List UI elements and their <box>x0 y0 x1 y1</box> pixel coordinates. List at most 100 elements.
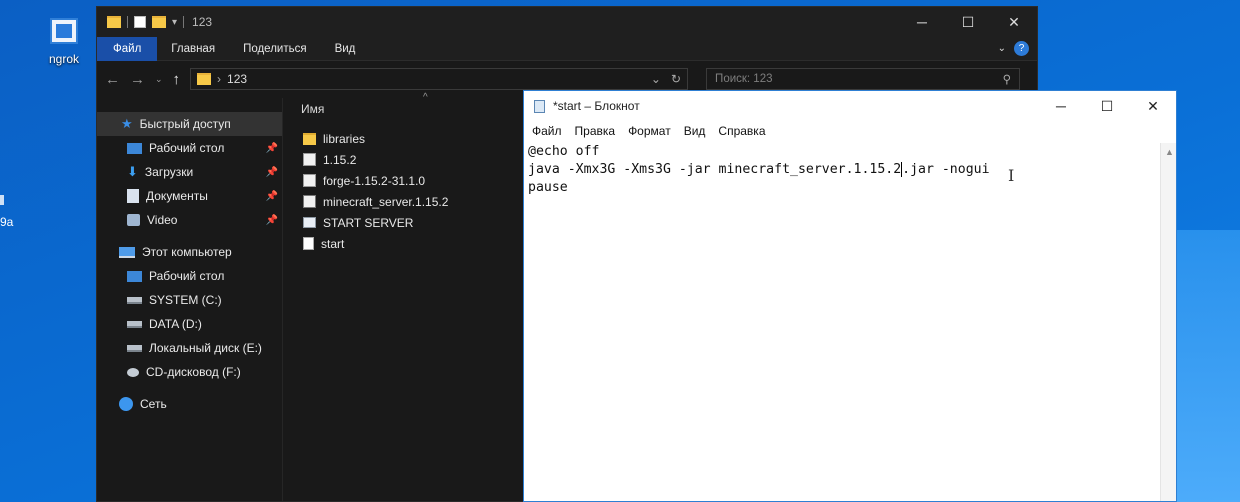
documents-icon <box>127 189 139 203</box>
pin-icon: 📌 <box>265 166 278 178</box>
file-name: forge-1.15.2-31.1.0 <box>323 173 426 188</box>
desktop-edge-icon <box>0 195 4 205</box>
network-icon <box>119 397 133 411</box>
file-row[interactable]: start <box>303 233 448 254</box>
back-arrow-icon[interactable]: ← <box>105 71 120 88</box>
nav-item-downloads[interactable]: ⬇ Загрузки 📌 <box>97 160 282 184</box>
star-icon: ★ <box>121 116 133 131</box>
nav-item-network[interactable]: Сеть <box>97 392 282 416</box>
desktop-shortcut-ngrok[interactable]: ngrok <box>38 18 90 66</box>
nav-item-video[interactable]: Video 📌 <box>97 208 282 232</box>
menu-help[interactable]: Справка <box>718 124 765 138</box>
toolbar-separator <box>183 16 185 28</box>
nav-item-drive-e[interactable]: Локальный диск (E:) <box>97 336 282 360</box>
nav-item-label: Локальный диск (E:) <box>149 341 262 355</box>
scroll-up-icon[interactable]: ▲ <box>1165 147 1174 157</box>
quick-access-toolbar: ▾ <box>107 16 185 28</box>
nav-item-drive-f[interactable]: CD-дисковод (F:) <box>97 360 282 384</box>
file-name: START SERVER <box>323 215 414 230</box>
notepad-title: *start – Блокнот <box>553 99 640 113</box>
desktop-icon <box>127 142 142 154</box>
nav-item-desktop-pc[interactable]: Рабочий стол <box>97 264 282 288</box>
desktop-shortcut-label: ngrok <box>48 52 80 66</box>
jar-file-icon <box>303 195 316 208</box>
menu-edit[interactable]: Правка <box>575 124 616 138</box>
nav-item-drive-d[interactable]: DATA (D:) <box>97 312 282 336</box>
computer-icon <box>119 246 135 258</box>
mouse-ibeam-cursor: I <box>1008 166 1015 185</box>
nav-item-label: CD-дисковод (F:) <box>146 365 241 379</box>
vertical-scrollbar[interactable]: ▲ <box>1160 143 1176 501</box>
nav-item-this-pc[interactable]: Этот компьютер <box>97 240 282 264</box>
file-list: libraries 1.15.2 forge-1.15.2-31.1.0 min… <box>303 128 448 254</box>
file-row[interactable]: minecraft_server.1.15.2 <box>303 191 448 212</box>
file-name: 1.15.2 <box>323 152 357 167</box>
drive-icon <box>127 344 142 352</box>
menu-format[interactable]: Формат <box>628 124 671 138</box>
navigation-pane: ★ Быстрый доступ Рабочий стол 📌 ⬇ Загруз… <box>97 98 283 501</box>
file-row[interactable]: 1.15.2 <box>303 149 448 170</box>
menu-view[interactable]: Вид <box>684 124 706 138</box>
refresh-icon[interactable]: ↻ <box>671 72 681 86</box>
expand-ribbon-icon[interactable]: ⌄ <box>998 43 1006 54</box>
pin-icon: 📌 <box>265 214 278 226</box>
jar-file-icon <box>303 153 316 166</box>
ngrok-icon <box>50 18 78 44</box>
notepad-window: *start – Блокнот ─ ☐ ✕ Файл Правка Форма… <box>523 90 1177 502</box>
pin-icon: 📌 <box>265 142 278 154</box>
nav-item-label: Документы <box>146 189 208 203</box>
maximize-button[interactable]: ☐ <box>945 7 991 37</box>
close-button[interactable]: ✕ <box>991 7 1037 37</box>
close-button[interactable]: ✕ <box>1130 91 1176 121</box>
nav-item-label: Video <box>147 213 178 227</box>
text-file-icon <box>303 237 314 250</box>
minimize-button[interactable]: ─ <box>899 7 945 37</box>
maximize-button[interactable]: ☐ <box>1084 91 1130 121</box>
file-name: libraries <box>323 131 366 146</box>
drive-icon <box>127 320 142 328</box>
text-segment: java -Xmx3G -Xms3G -jar minecraft_server… <box>528 162 902 177</box>
new-folder-icon[interactable] <box>152 16 166 28</box>
explorer-titlebar[interactable]: ▾ 123 ─ ☐ ✕ <box>97 7 1037 37</box>
address-dropdown-icon[interactable]: ⌄ <box>651 72 661 86</box>
tab-view[interactable]: Вид <box>321 37 370 61</box>
recent-locations-icon[interactable]: ⌄ <box>155 74 163 85</box>
jar-file-icon <box>303 174 316 187</box>
breadcrumb-current[interactable]: 123 <box>227 72 247 86</box>
cd-drive-icon <box>127 367 139 377</box>
file-name: minecraft_server.1.15.2 <box>323 194 449 209</box>
menu-file[interactable]: Файл <box>532 124 562 138</box>
help-icon[interactable]: ? <box>1014 41 1029 56</box>
column-header-name[interactable]: Имя <box>301 102 324 116</box>
file-row[interactable]: forge-1.15.2-31.1.0 <box>303 170 448 191</box>
nav-item-documents[interactable]: Документы 📌 <box>97 184 282 208</box>
address-bar[interactable]: › 123 ⌄ ↻ <box>190 68 689 90</box>
nav-item-label: Этот компьютер <box>142 245 232 259</box>
nav-item-drive-c[interactable]: SYSTEM (C:) <box>97 288 282 312</box>
search-icon: ⚲ <box>1002 74 1012 86</box>
nav-item-label: Сеть <box>140 397 167 411</box>
nav-item-label: Рабочий стол <box>149 141 225 155</box>
search-input[interactable]: Поиск: 123 ⚲ <box>706 68 1021 90</box>
notepad-text-area[interactable]: @echo off java -Xmx3G -Xms3G -jar minecra… <box>528 143 1158 501</box>
tab-home[interactable]: Главная <box>157 37 229 61</box>
text-line: pause <box>528 180 568 195</box>
up-arrow-icon[interactable]: ↑ <box>173 71 181 88</box>
notepad-titlebar[interactable]: *start – Блокнот ─ ☐ ✕ <box>524 91 1176 121</box>
desktop-icon <box>127 270 142 282</box>
nav-item-quick-access[interactable]: ★ Быстрый доступ <box>97 112 282 136</box>
nav-item-desktop[interactable]: Рабочий стол 📌 <box>97 136 282 160</box>
customize-toolbar-icon[interactable]: ▾ <box>172 17 177 28</box>
folder-icon <box>303 132 316 145</box>
sort-ascending-icon: ^ <box>423 92 428 103</box>
breadcrumb-separator-icon: › <box>217 72 222 86</box>
tab-share[interactable]: Поделиться <box>229 37 321 61</box>
file-row[interactable]: libraries <box>303 128 448 149</box>
notepad-menubar: Файл Правка Формат Вид Справка <box>524 121 1176 141</box>
nav-item-label: Загрузки <box>144 165 194 179</box>
minimize-button[interactable]: ─ <box>1038 91 1084 121</box>
file-row[interactable]: START SERVER <box>303 212 448 233</box>
properties-icon[interactable] <box>134 16 146 28</box>
forward-arrow-icon[interactable]: → <box>130 71 145 88</box>
tab-file[interactable]: Файл <box>97 36 158 61</box>
